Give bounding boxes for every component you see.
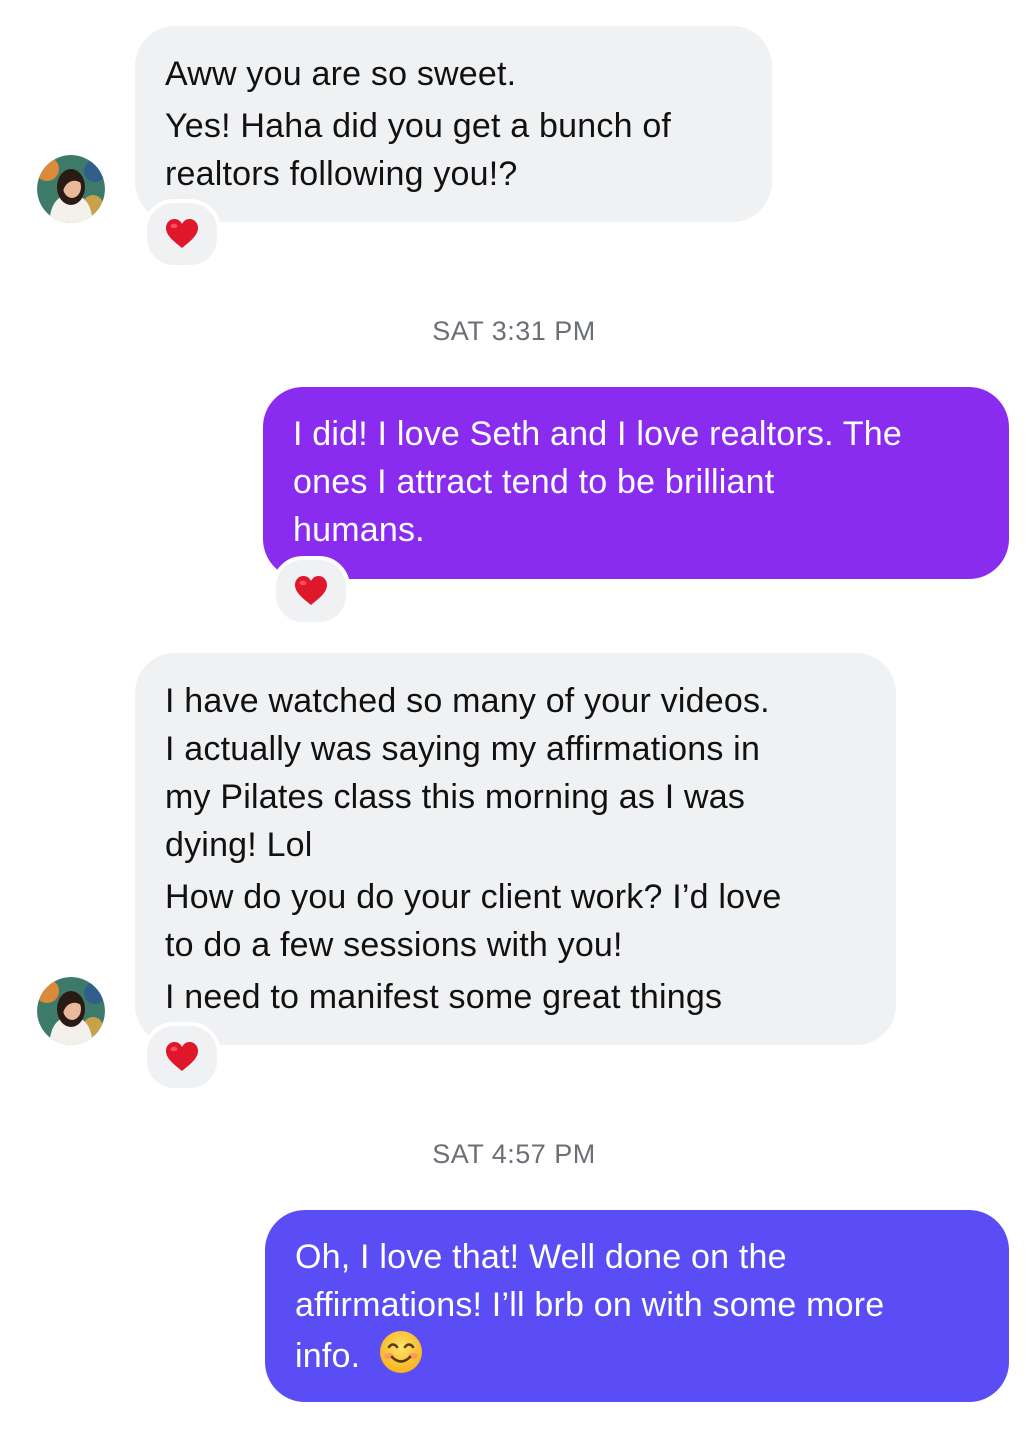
outgoing-message-bubble[interactable]: Oh, I love that! Well done on the affirm… xyxy=(265,1210,1009,1402)
heart-icon xyxy=(166,1042,198,1071)
message-text-line: Oh, I love that! Well done on the xyxy=(295,1238,787,1276)
message-text-line: affirmations! I’ll brb on with some more xyxy=(295,1286,885,1324)
contact-avatar[interactable] xyxy=(37,977,105,1045)
message-text-line: dying! Lol xyxy=(165,826,313,864)
message-text-line: How do you do your client work? I’d love xyxy=(165,878,782,916)
message-text-fragment: info. xyxy=(295,1337,361,1375)
message-text-line: I actually was saying my affirmations in xyxy=(165,730,761,768)
message-text-line: I have watched so many of your videos. xyxy=(165,682,770,720)
message-text-line: I need to manifest some great things xyxy=(165,978,723,1016)
message-text-line: info. xyxy=(295,1329,979,1388)
outgoing-message-bubble[interactable]: I did! I love Seth and I love realtors. … xyxy=(263,387,1009,579)
message-text-line: I did! I love Seth and I love realtors. … xyxy=(293,415,902,453)
avatar-image xyxy=(37,977,105,1045)
message-text-line: my Pilates class this morning as I was xyxy=(165,778,746,816)
message-reaction[interactable] xyxy=(272,556,350,626)
smiling-face-icon xyxy=(378,1329,424,1388)
heart-icon xyxy=(166,219,198,248)
incoming-message-bubble[interactable]: I have watched so many of your videos. I… xyxy=(135,653,896,1045)
avatar-image xyxy=(37,155,105,223)
message-text-line: ones I attract tend to be brilliant xyxy=(293,463,775,501)
heart-icon xyxy=(295,576,327,605)
message-text-line: to do a few sessions with you! xyxy=(165,926,623,964)
contact-avatar[interactable] xyxy=(37,155,105,223)
message-text-line: humans. xyxy=(293,511,425,549)
timestamp: SAT 3:31 PM xyxy=(432,316,596,346)
message-text-line: Yes! Haha did you get a bunch of xyxy=(165,107,672,145)
message-reaction[interactable] xyxy=(143,1022,221,1092)
message-text-line: Aww you are so sweet. xyxy=(165,55,517,93)
timestamp: SAT 4:57 PM xyxy=(432,1139,596,1169)
message-reaction[interactable] xyxy=(143,199,221,269)
message-text-line: realtors following you!? xyxy=(165,155,518,193)
incoming-message-bubble[interactable]: Aww you are so sweet. Yes! Haha did you … xyxy=(135,26,772,222)
